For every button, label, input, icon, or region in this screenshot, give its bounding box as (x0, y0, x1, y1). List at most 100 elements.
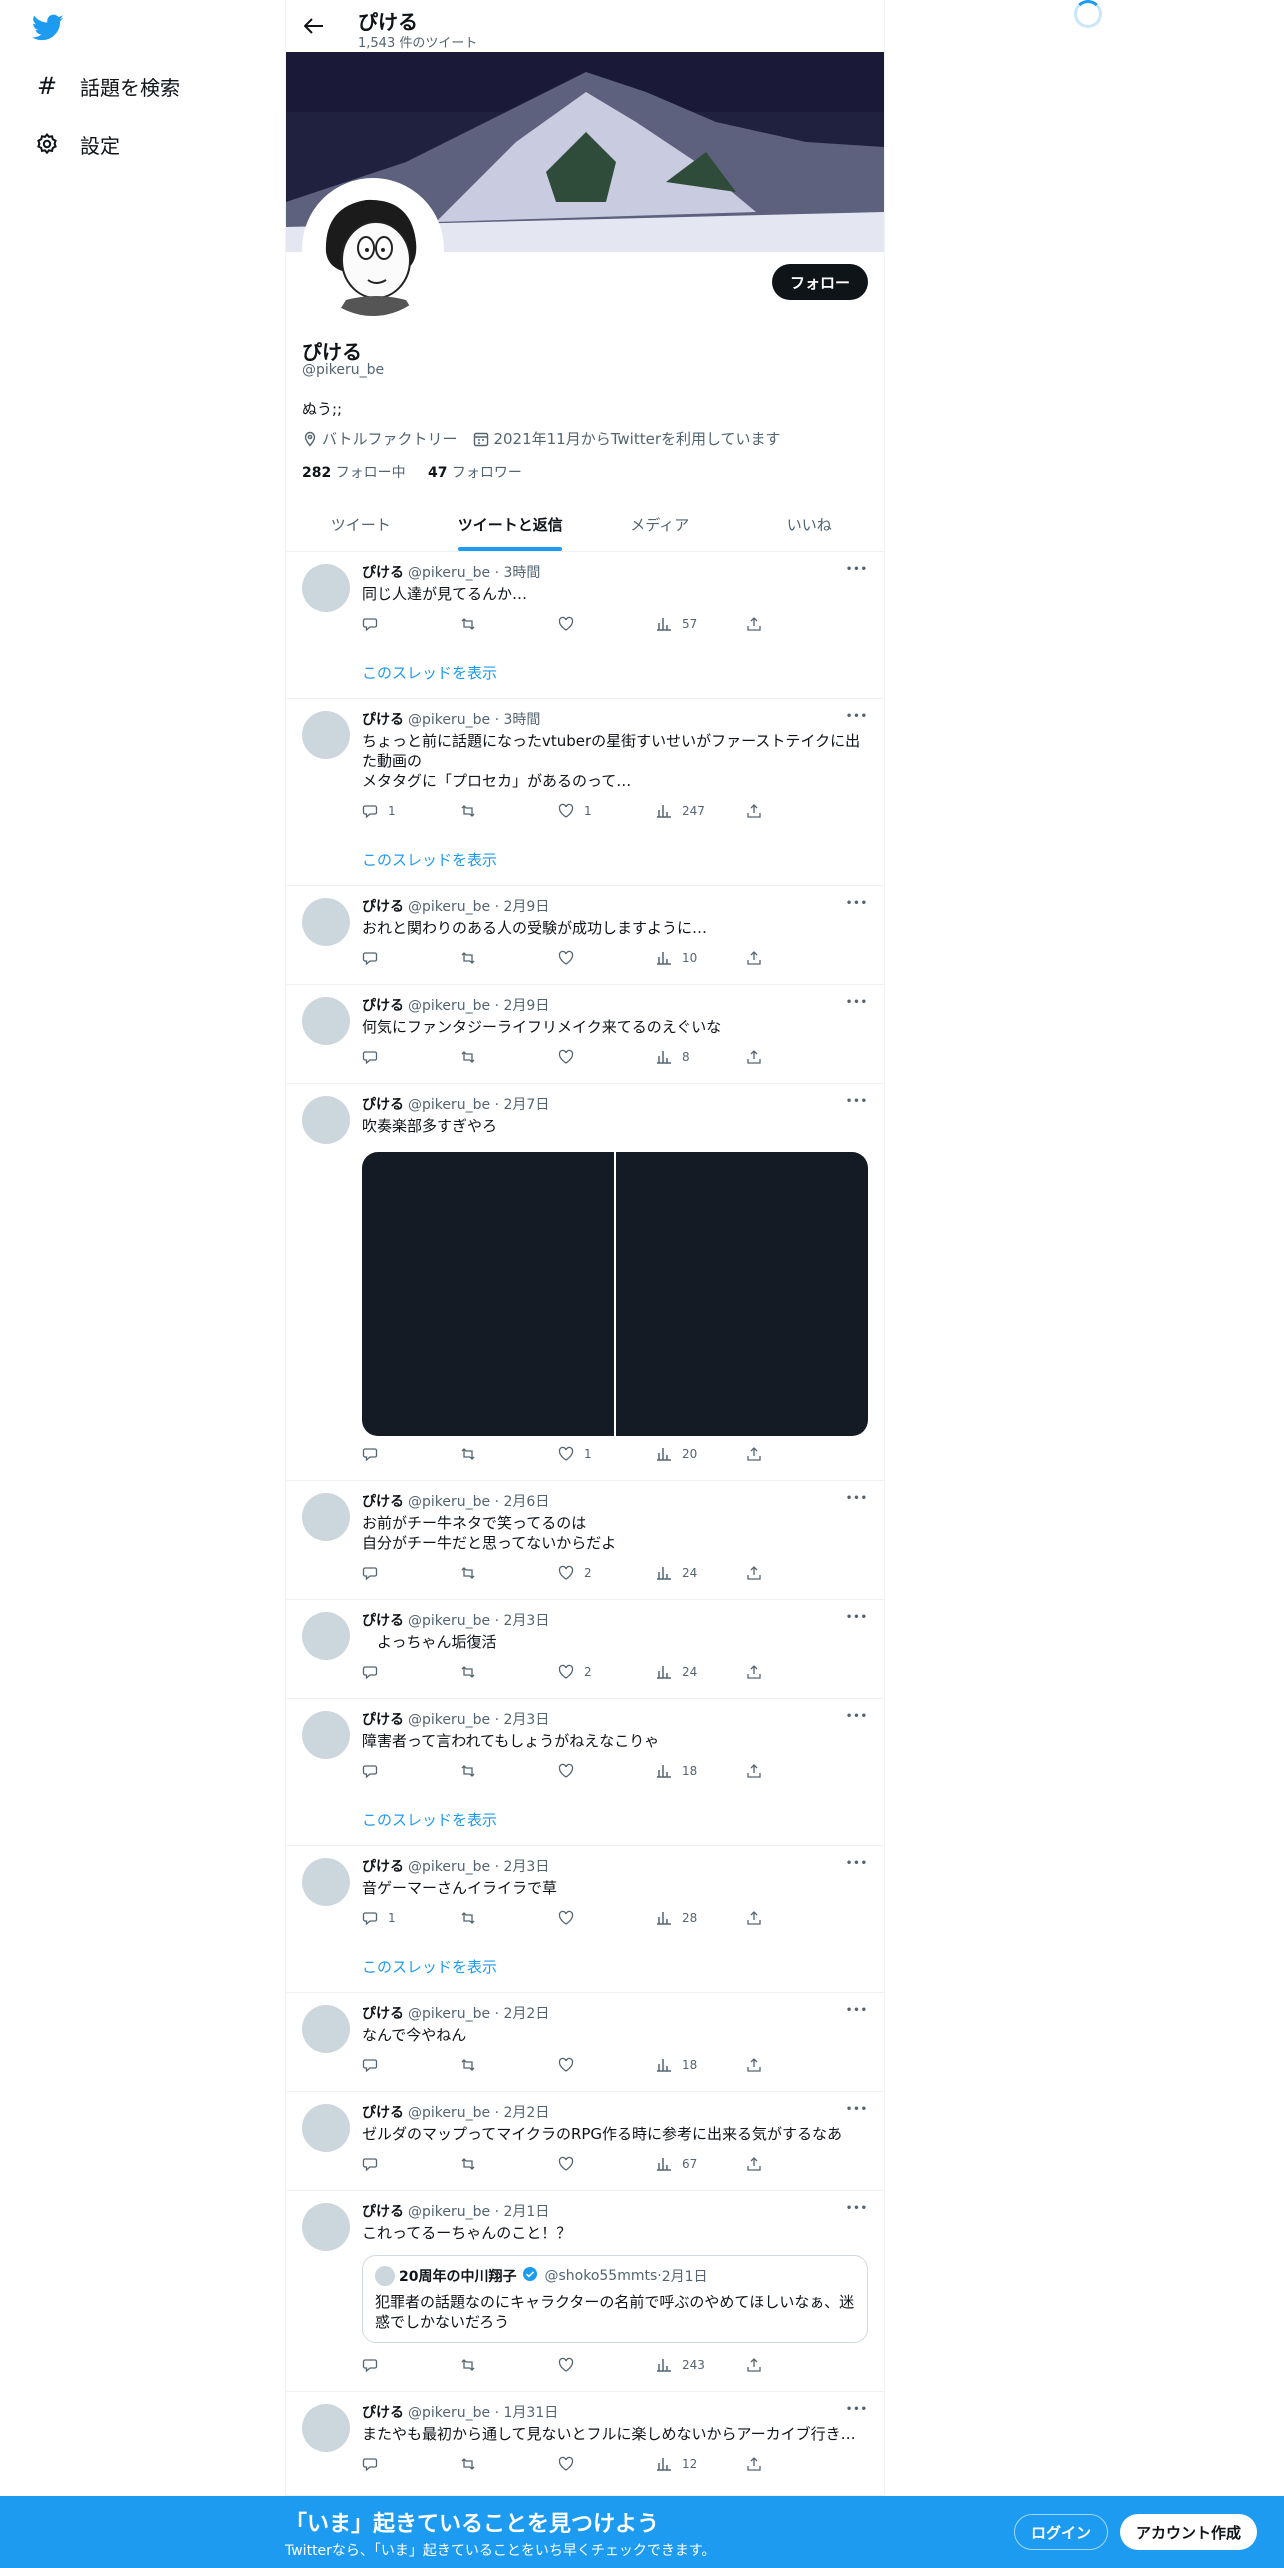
views-button[interactable]: 20 (656, 1446, 697, 1462)
views-button[interactable]: 12 (656, 2456, 697, 2472)
tweet-time[interactable]: 2月6日 (504, 1494, 550, 1510)
media-image[interactable] (362, 1152, 614, 1436)
tab-likes[interactable]: いいね (735, 498, 885, 551)
more-options-icon[interactable]: ••• (846, 2104, 868, 2115)
tweet[interactable]: ぴける @pikeru_be · 2月3日 ••• よっちゃん垢復活 2 24 (286, 1600, 884, 1699)
reply-button[interactable] (362, 950, 388, 966)
tweet-author-handle[interactable]: @pikeru_be (408, 2006, 490, 2022)
tweet-author-handle[interactable]: @pikeru_be (408, 1494, 490, 1510)
tweet-time[interactable]: 2月1日 (504, 2204, 550, 2220)
rt-button[interactable] (460, 2357, 486, 2373)
tweet-time[interactable]: 2月2日 (504, 2105, 550, 2121)
tweet[interactable]: ぴける @pikeru_be · 1月31日 ••• またやも最初から通して見ないとフ… (286, 2392, 884, 2496)
like-button[interactable] (558, 1763, 584, 1779)
reply-button[interactable] (362, 2456, 388, 2472)
tweet[interactable]: ぴける @pikeru_be · 3時間 ••• ちょっと前に話題になったvtuber… (286, 699, 884, 886)
following-link[interactable]: 282 フォロー中 (302, 465, 406, 481)
views-button[interactable]: 24 (656, 1565, 697, 1581)
reply-button[interactable] (362, 1446, 388, 1462)
tab-tweets[interactable]: ツイート (286, 498, 436, 551)
tweet-author-name[interactable]: ぴける (362, 2006, 404, 2022)
share-button[interactable] (746, 1664, 772, 1680)
avatar[interactable] (302, 2203, 350, 2251)
views-button[interactable]: 8 (656, 1049, 690, 1065)
tweet-author-name[interactable]: ぴける (362, 565, 404, 581)
tweet-media[interactable] (362, 1152, 868, 1436)
share-button[interactable] (746, 1910, 772, 1926)
tweet-author-name[interactable]: ぴける (362, 1494, 404, 1510)
login-button[interactable]: ログイン (1014, 2514, 1109, 2550)
tweet-time[interactable]: 1月31日 (504, 2405, 559, 2421)
reply-button[interactable] (362, 2357, 388, 2373)
share-button[interactable] (746, 803, 772, 819)
tweet-author-name[interactable]: ぴける (362, 998, 404, 1014)
tweet[interactable]: ぴける @pikeru_be · 2月1日 ••• これってるーちゃんのこと！？ 20周… (286, 2191, 884, 2392)
reply-button[interactable] (362, 1049, 388, 1065)
reply-button[interactable]: 1 (362, 1910, 396, 1926)
like-button[interactable]: 2 (558, 1664, 592, 1680)
avatar[interactable] (302, 898, 350, 946)
tweet-author-handle[interactable]: @pikeru_be (408, 712, 490, 728)
views-button[interactable]: 57 (656, 616, 697, 632)
views-button[interactable]: 247 (656, 803, 705, 819)
tweet-author-handle[interactable]: @pikeru_be (408, 1712, 490, 1728)
rt-button[interactable] (460, 2456, 486, 2472)
rt-button[interactable] (460, 1565, 486, 1581)
rt-button[interactable] (460, 1446, 486, 1462)
avatar[interactable] (302, 1612, 350, 1660)
tab-media[interactable]: メディア (585, 498, 735, 551)
like-button[interactable] (558, 616, 584, 632)
tweet-time[interactable]: 3時間 (504, 712, 541, 728)
show-thread-link[interactable]: このスレッドを表示 (362, 662, 497, 683)
tweet-time[interactable]: 2月3日 (504, 1712, 550, 1728)
rt-button[interactable] (460, 950, 486, 966)
share-button[interactable] (746, 2357, 772, 2373)
rt-button[interactable] (460, 2057, 486, 2073)
like-button[interactable] (558, 2057, 584, 2073)
tweet[interactable]: ぴける @pikeru_be · 2月2日 ••• ゼルダのマップってマイクラのRPG… (286, 2092, 884, 2191)
views-button[interactable]: 28 (656, 1910, 697, 1926)
tweet-time[interactable]: 2月9日 (504, 899, 550, 915)
avatar[interactable] (302, 1711, 350, 1759)
tweet-author-handle[interactable]: @pikeru_be (408, 2105, 490, 2121)
rt-button[interactable] (460, 1664, 486, 1680)
more-options-icon[interactable]: ••• (846, 997, 868, 1008)
tab-tweets-and-replies[interactable]: ツイートと返信 (436, 498, 586, 551)
like-button[interactable] (558, 950, 584, 966)
more-options-icon[interactable]: ••• (846, 1612, 868, 1623)
quoted-tweet[interactable]: 20周年の中川翔子 @shoko55mmts · 2月1日 犯罪者の話題なのにキャラ… (362, 2255, 868, 2343)
more-options-icon[interactable]: ••• (846, 898, 868, 909)
reply-button[interactable] (362, 2057, 388, 2073)
tweet[interactable]: ぴける @pikeru_be · 2月2日 ••• なんで今やねん 18 (286, 1993, 884, 2092)
tweet-time[interactable]: 2月3日 (504, 1613, 550, 1629)
more-options-icon[interactable]: ••• (846, 2005, 868, 2016)
avatar[interactable] (302, 564, 350, 612)
tweet-author-handle[interactable]: @pikeru_be (408, 899, 490, 915)
views-button[interactable]: 10 (656, 950, 697, 966)
tweet-time[interactable]: 2月3日 (504, 1859, 550, 1875)
more-options-icon[interactable]: ••• (846, 1858, 868, 1869)
like-button[interactable] (558, 2156, 584, 2172)
reply-button[interactable] (362, 616, 388, 632)
share-button[interactable] (746, 1446, 772, 1462)
tweet-time[interactable]: 2月9日 (504, 998, 550, 1014)
back-arrow-icon[interactable] (300, 12, 328, 40)
tweet-author-name[interactable]: ぴける (362, 2105, 404, 2121)
tweet-author-name[interactable]: ぴける (362, 899, 404, 915)
avatar[interactable] (302, 997, 350, 1045)
tweet-author-handle[interactable]: @pikeru_be (408, 565, 490, 581)
like-button[interactable] (558, 2456, 584, 2472)
reply-button[interactable]: 1 (362, 803, 396, 819)
share-button[interactable] (746, 1763, 772, 1779)
tweet[interactable]: ぴける @pikeru_be · 2月3日 ••• 音ゲーマーさんイライラで草 1 28 こ… (286, 1846, 884, 1993)
views-button[interactable]: 18 (656, 2057, 697, 2073)
more-options-icon[interactable]: ••• (846, 1493, 868, 1504)
rt-button[interactable] (460, 1049, 486, 1065)
avatar[interactable] (302, 1096, 350, 1144)
tweet-author-name[interactable]: ぴける (362, 1613, 404, 1629)
tweet[interactable]: ぴける @pikeru_be · 2月3日 ••• 障害者って言われてもしょうがねえな… (286, 1699, 884, 1846)
like-button[interactable]: 1 (558, 1446, 592, 1462)
reply-button[interactable] (362, 1565, 388, 1581)
rt-button[interactable] (460, 1763, 486, 1779)
follow-button[interactable]: フォロー (771, 264, 868, 300)
